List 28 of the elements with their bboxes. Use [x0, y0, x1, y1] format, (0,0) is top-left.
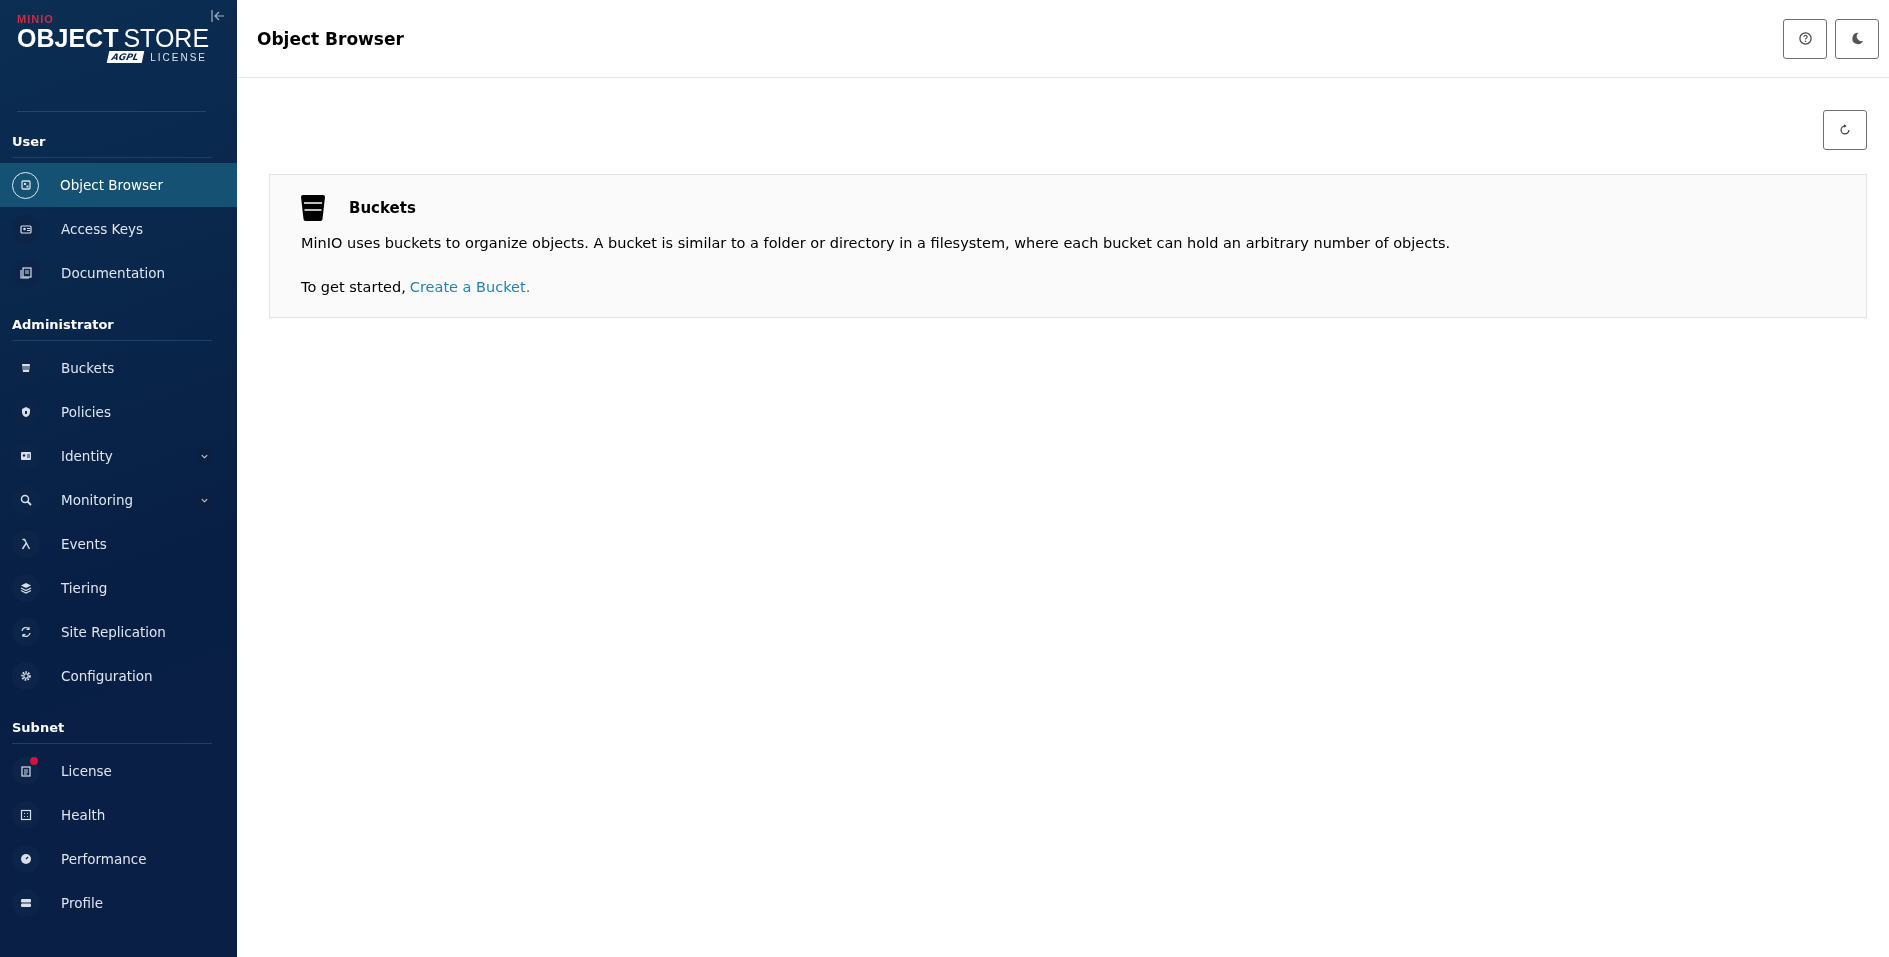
sidebar-item[interactable]: Health [0, 793, 237, 837]
sidebar-item[interactable]: Events [0, 522, 237, 566]
sidebar-item[interactable]: License [0, 749, 237, 793]
brand-name: MINIO [17, 13, 54, 25]
create-bucket-link[interactable]: Create a Bucket. [409, 279, 531, 295]
card-title: Buckets [349, 199, 416, 217]
section-title: User [11, 134, 47, 151]
sidebar-item[interactable]: Object Browser [0, 163, 237, 207]
sidebar-item[interactable]: Buckets [0, 346, 237, 390]
license-label: LICENSE [150, 51, 207, 63]
sidebar-item[interactable]: Monitoring [0, 478, 237, 522]
section-title: Subnet [11, 720, 66, 737]
sidebar-item[interactable]: Access Keys [0, 207, 237, 251]
page-title: Object Browser [257, 28, 404, 49]
product-name-bold: OBJECT [17, 25, 119, 51]
sidebar-item[interactable]: Site Replication [0, 610, 237, 654]
section-title: Administrator [11, 317, 115, 334]
prompt-text: To get started, [301, 279, 406, 295]
sidebar-item[interactable]: Configuration [0, 654, 237, 698]
sidebar-item[interactable]: Policies [0, 390, 237, 434]
sidebar-item[interactable]: Identity [0, 434, 237, 478]
agpl-badge: AGPL [106, 51, 144, 63]
product-name-light: STORE [123, 25, 210, 51]
sidebar-item[interactable]: Performance [0, 837, 237, 881]
sidebar-item[interactable]: Profile [0, 881, 237, 925]
sidebar-item[interactable]: Tiering [0, 566, 237, 610]
sidebar-item[interactable]: Documentation [0, 251, 237, 295]
description-text: MinIO uses buckets to organize objects. A bucket is similar to a folder or directory in a filesystem, where each bucket can hold an arbitrary number of objects. [301, 235, 1452, 251]
